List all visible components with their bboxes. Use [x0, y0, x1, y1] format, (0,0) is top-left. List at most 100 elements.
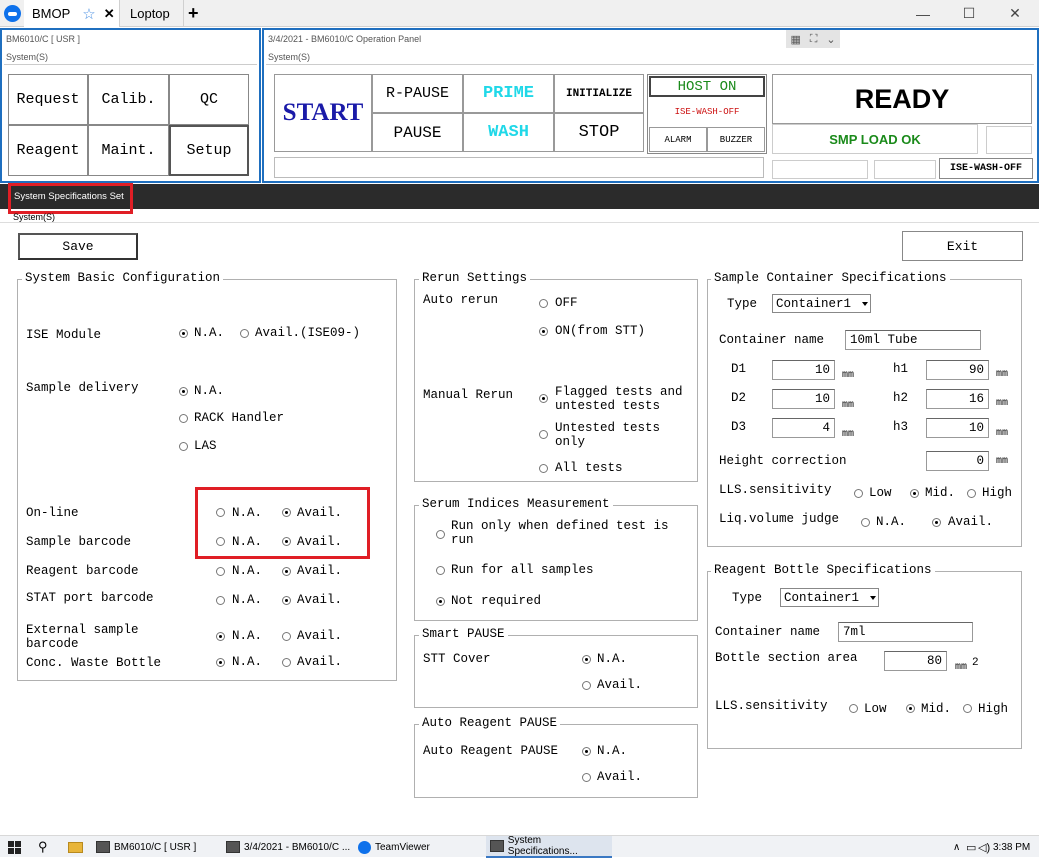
stat-barcode-avail-radio[interactable] — [282, 596, 291, 605]
serum-not-required-radio[interactable] — [436, 597, 445, 606]
grid-icon[interactable]: ▦ — [790, 33, 800, 46]
network-icon[interactable]: ▭ — [966, 836, 976, 858]
d3-input[interactable]: 4 — [772, 418, 835, 438]
maint-button[interactable]: Maint. — [88, 125, 169, 176]
manual-untested-radio[interactable] — [539, 430, 548, 439]
d2-input[interactable]: 10 — [772, 389, 835, 409]
alarm-button[interactable]: ALARM — [649, 127, 707, 152]
manual-flagged-radio[interactable] — [539, 394, 548, 403]
external-barcode-avail-radio[interactable] — [282, 632, 291, 641]
manual-untested-label-1: Untested tests — [555, 421, 661, 435]
rb-type-select[interactable]: Container1 — [780, 588, 879, 607]
stt-avail-radio[interactable] — [582, 681, 591, 690]
close-tab-icon[interactable]: ✕ — [104, 6, 115, 22]
app-icon — [226, 841, 240, 853]
taskbar-item-operation-panel-label: 3/4/2021 - BM6010/C ... — [244, 841, 351, 853]
wash-button[interactable]: WASH — [463, 113, 554, 152]
tab-loptop[interactable]: Loptop — [122, 0, 184, 27]
operation-panel-pane: 3/4/2021 - BM6010/C Operation Panel Syst… — [262, 28, 1039, 183]
auto-reagent-na-radio[interactable] — [582, 747, 591, 756]
taskbar-item-teamviewer[interactable]: TeamViewer — [358, 836, 480, 858]
liq-avail-radio[interactable] — [932, 518, 941, 527]
sd-las-radio[interactable] — [179, 442, 188, 451]
reagent-barcode-avail-radio[interactable] — [282, 567, 291, 576]
restore-button[interactable]: ☐ — [946, 0, 992, 27]
waste-na-radio[interactable] — [216, 658, 225, 667]
sc-lls-high-radio[interactable] — [967, 489, 976, 498]
prime-button[interactable]: PRIME — [463, 74, 554, 113]
sc-type-label: Type — [727, 297, 758, 311]
sc-type-dropdown-icon — [862, 301, 868, 306]
tab-bar: BMOP ☆ ✕ Loptop + — ☐ ✕ — [0, 0, 1039, 27]
manual-rerun-label: Manual Rerun — [423, 388, 514, 402]
sc-lls-mid-radio[interactable] — [910, 489, 919, 498]
chevron-down-icon[interactable]: ⌄ — [826, 33, 835, 46]
minimize-button[interactable]: — — [900, 0, 946, 27]
sd-na-radio[interactable] — [179, 387, 188, 396]
ise-na-radio[interactable] — [179, 329, 188, 338]
waste-na-label: N.A. — [232, 655, 263, 669]
serum-not-required-label: Not required — [451, 594, 542, 608]
serum-all-radio[interactable] — [436, 566, 445, 575]
h2-input[interactable]: 16 — [926, 389, 989, 409]
taskbar-item-usr[interactable]: BM6010/C [ USR ] — [96, 836, 220, 858]
app-icon — [490, 840, 504, 852]
r-pause-button[interactable]: R-PAUSE — [372, 74, 463, 113]
tray-chevron-icon[interactable]: ∧ — [953, 836, 960, 858]
auto-reagent-avail-radio[interactable] — [582, 773, 591, 782]
sd-rack-label: RACK Handler — [194, 411, 285, 425]
auto-rerun-off-radio[interactable] — [539, 299, 548, 308]
waste-avail-radio[interactable] — [282, 658, 291, 667]
external-barcode-na-radio[interactable] — [216, 632, 225, 641]
qc-button[interactable]: QC — [169, 74, 249, 125]
sc-name-input[interactable]: 10ml Tube — [845, 330, 981, 350]
setup-button[interactable]: Setup — [169, 125, 249, 176]
h3-input[interactable]: 10 — [926, 418, 989, 438]
expand-icon[interactable]: ⛶ — [810, 33, 818, 46]
d1-input[interactable]: 10 — [772, 360, 835, 380]
stt-na-radio[interactable] — [582, 655, 591, 664]
volume-icon[interactable]: ◁) — [978, 836, 990, 858]
tab-bmop[interactable]: BMOP ☆ ✕ — [24, 0, 120, 27]
start-button[interactable]: START — [274, 74, 372, 152]
star-icon[interactable]: ☆ — [82, 5, 95, 23]
spec-window-menu[interactable]: System(S) — [13, 212, 55, 222]
request-button[interactable]: Request — [8, 74, 88, 125]
h1-input[interactable]: 90 — [926, 360, 989, 380]
taskbar-item-spec[interactable]: System Specifications... — [486, 835, 612, 858]
buzzer-button[interactable]: BUZZER — [707, 127, 765, 152]
add-tab-button[interactable]: + — [188, 0, 206, 27]
main-pane-menu[interactable]: System(S) — [6, 52, 48, 62]
reagent-barcode-na-radio[interactable] — [216, 567, 225, 576]
serum-defined-radio[interactable] — [436, 530, 445, 539]
sd-rack-radio[interactable] — [179, 414, 188, 423]
rb-lls-mid-radio[interactable] — [906, 704, 915, 713]
manual-all-radio[interactable] — [539, 464, 548, 473]
reagent-button[interactable]: Reagent — [8, 125, 88, 176]
rb-lls-high-radio[interactable] — [963, 704, 972, 713]
search-button[interactable]: ⚲ — [38, 836, 48, 858]
sc-lls-low-radio[interactable] — [854, 489, 863, 498]
liq-na-radio[interactable] — [861, 518, 870, 527]
pause-button[interactable]: PAUSE — [372, 113, 463, 152]
ise-avail-radio[interactable] — [240, 329, 249, 338]
calib-button[interactable]: Calib. — [88, 74, 169, 125]
file-explorer-button[interactable] — [68, 836, 83, 858]
start-menu-button[interactable] — [8, 836, 24, 858]
save-button[interactable]: Save — [18, 233, 138, 260]
stat-barcode-na-radio[interactable] — [216, 596, 225, 605]
spec-window-titlebar: System Specifications Set — [0, 184, 1039, 209]
clock[interactable]: 3:38 PM — [993, 836, 1030, 858]
rb-name-input[interactable]: 7ml — [838, 622, 973, 642]
exit-button[interactable]: Exit — [902, 231, 1023, 261]
close-window-button[interactable]: ✕ — [992, 0, 1038, 27]
rb-section-input[interactable]: 80 — [884, 651, 947, 671]
auto-rerun-on-radio[interactable] — [539, 327, 548, 336]
sc-type-select[interactable]: Container1 — [772, 294, 871, 313]
rb-lls-low-radio[interactable] — [849, 704, 858, 713]
taskbar-item-operation-panel[interactable]: 3/4/2021 - BM6010/C ... — [226, 836, 354, 858]
initialize-button[interactable]: INITIALIZE — [554, 74, 644, 113]
operation-panel-menu[interactable]: System(S) — [268, 52, 310, 62]
height-correction-input[interactable]: 0 — [926, 451, 989, 471]
stop-button[interactable]: STOP — [554, 113, 644, 152]
